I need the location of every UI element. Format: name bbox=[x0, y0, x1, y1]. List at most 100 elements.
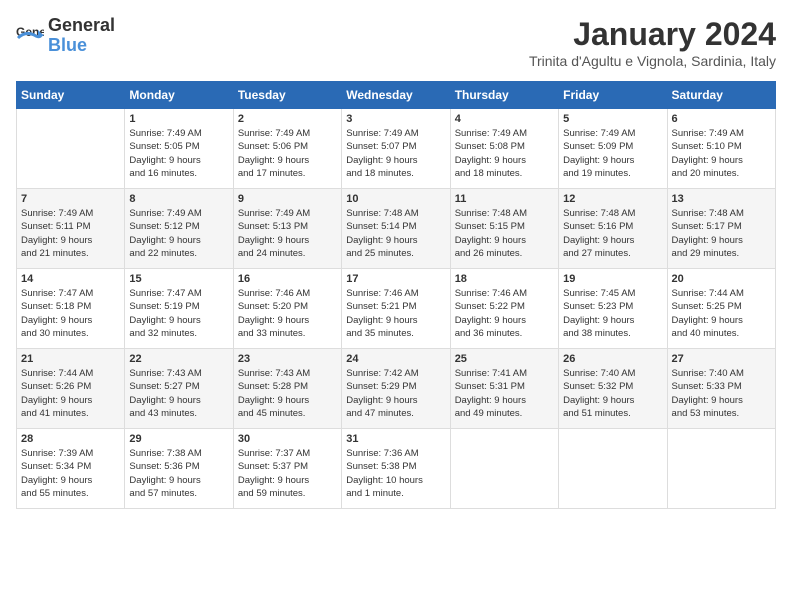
day-number: 6 bbox=[672, 113, 771, 125]
day-info: Sunrise: 7:45 AMSunset: 5:23 PMDaylight:… bbox=[563, 287, 662, 340]
day-info: Sunrise: 7:49 AMSunset: 5:06 PMDaylight:… bbox=[238, 127, 337, 180]
weekday-header-row: SundayMondayTuesdayWednesdayThursdayFrid… bbox=[17, 82, 776, 109]
weekday-header: Sunday bbox=[17, 82, 125, 109]
day-info: Sunrise: 7:49 AMSunset: 5:05 PMDaylight:… bbox=[129, 127, 228, 180]
calendar-cell: 22Sunrise: 7:43 AMSunset: 5:27 PMDayligh… bbox=[125, 349, 233, 429]
weekday-header: Wednesday bbox=[342, 82, 450, 109]
day-info: Sunrise: 7:44 AMSunset: 5:26 PMDaylight:… bbox=[21, 367, 120, 420]
calendar-cell: 17 Sunrise: 7:46 AMSunset: 5:21 PMDayligh… bbox=[342, 269, 450, 349]
weekday-header: Tuesday bbox=[233, 82, 341, 109]
day-info: Sunrise: 7:47 AMSunset: 5:18 PMDaylight:… bbox=[21, 287, 120, 340]
day-info: Sunrise: 7:49 AMSunset: 5:11 PMDaylight:… bbox=[21, 207, 120, 260]
calendar-cell bbox=[17, 109, 125, 189]
day-number: 4 bbox=[455, 113, 554, 125]
day-info: Sunrise: 7:42 AMSunset: 5:29 PMDaylight:… bbox=[346, 367, 445, 420]
day-number: 14 bbox=[21, 273, 120, 285]
day-info: Sunrise: 7:46 AMSunset: 5:21 PMDaylight:… bbox=[346, 287, 445, 340]
logo-blue-text: Blue bbox=[48, 35, 87, 55]
day-number: 3 bbox=[346, 113, 445, 125]
calendar-week-row: 28 Sunrise: 7:39 AMSunset: 5:34 PMDayligh… bbox=[17, 429, 776, 509]
month-title: January 2024 bbox=[529, 16, 776, 53]
calendar-week-row: 14 Sunrise: 7:47 AMSunset: 5:18 PMDayligh… bbox=[17, 269, 776, 349]
header: General General Blue January 2024 Trinit… bbox=[16, 16, 776, 69]
day-number: 9 bbox=[238, 193, 337, 205]
day-number: 26 bbox=[563, 353, 662, 365]
day-number: 31 bbox=[346, 433, 445, 445]
day-number: 28 bbox=[21, 433, 120, 445]
calendar-cell: 15 Sunrise: 7:47 AMSunset: 5:19 PMDayligh… bbox=[125, 269, 233, 349]
calendar-cell: 11 Sunrise: 7:48 AMSunset: 5:15 PMDayligh… bbox=[450, 189, 558, 269]
calendar-cell: 20 Sunrise: 7:44 AMSunset: 5:25 PMDayligh… bbox=[667, 269, 775, 349]
day-number: 30 bbox=[238, 433, 337, 445]
calendar-cell: 19 Sunrise: 7:45 AMSunset: 5:23 PMDayligh… bbox=[559, 269, 667, 349]
day-number: 11 bbox=[455, 193, 554, 205]
day-number: 19 bbox=[563, 273, 662, 285]
day-info: Sunrise: 7:48 AMSunset: 5:15 PMDaylight:… bbox=[455, 207, 554, 260]
calendar-week-row: 7Sunrise: 7:49 AMSunset: 5:11 PMDaylight… bbox=[17, 189, 776, 269]
calendar-cell bbox=[667, 429, 775, 509]
day-info: Sunrise: 7:40 AMSunset: 5:33 PMDaylight:… bbox=[672, 367, 771, 420]
weekday-header: Saturday bbox=[667, 82, 775, 109]
title-area: January 2024 Trinita d'Agultu e Vignola,… bbox=[529, 16, 776, 69]
day-number: 27 bbox=[672, 353, 771, 365]
day-info: Sunrise: 7:48 AMSunset: 5:16 PMDaylight:… bbox=[563, 207, 662, 260]
calendar-cell: 4Sunrise: 7:49 AMSunset: 5:08 PMDaylight… bbox=[450, 109, 558, 189]
calendar-cell: 28 Sunrise: 7:39 AMSunset: 5:34 PMDayligh… bbox=[17, 429, 125, 509]
day-info: Sunrise: 7:48 AMSunset: 5:17 PMDaylight:… bbox=[672, 207, 771, 260]
weekday-header: Friday bbox=[559, 82, 667, 109]
calendar-cell: 31Sunrise: 7:36 AMSunset: 5:38 PMDayligh… bbox=[342, 429, 450, 509]
calendar-cell: 29Sunrise: 7:38 AMSunset: 5:36 PMDayligh… bbox=[125, 429, 233, 509]
location-title: Trinita d'Agultu e Vignola, Sardinia, It… bbox=[529, 53, 776, 69]
weekday-header: Monday bbox=[125, 82, 233, 109]
calendar-cell: 3 Sunrise: 7:49 AMSunset: 5:07 PMDaylight… bbox=[342, 109, 450, 189]
calendar-cell: 23Sunrise: 7:43 AMSunset: 5:28 PMDayligh… bbox=[233, 349, 341, 429]
day-info: Sunrise: 7:37 AMSunset: 5:37 PMDaylight:… bbox=[238, 447, 337, 500]
day-info: Sunrise: 7:49 AMSunset: 5:09 PMDaylight:… bbox=[563, 127, 662, 180]
day-info: Sunrise: 7:46 AMSunset: 5:22 PMDaylight:… bbox=[455, 287, 554, 340]
day-info: Sunrise: 7:49 AMSunset: 5:12 PMDaylight:… bbox=[129, 207, 228, 260]
day-number: 25 bbox=[455, 353, 554, 365]
calendar-cell: 18 Sunrise: 7:46 AMSunset: 5:22 PMDayligh… bbox=[450, 269, 558, 349]
calendar-cell bbox=[559, 429, 667, 509]
calendar-cell: 26 Sunrise: 7:40 AMSunset: 5:32 PMDayligh… bbox=[559, 349, 667, 429]
day-info: Sunrise: 7:47 AMSunset: 5:19 PMDaylight:… bbox=[129, 287, 228, 340]
calendar-cell: 13 Sunrise: 7:48 AMSunset: 5:17 PMDayligh… bbox=[667, 189, 775, 269]
calendar-cell: 25 Sunrise: 7:41 AMSunset: 5:31 PMDayligh… bbox=[450, 349, 558, 429]
day-info: Sunrise: 7:38 AMSunset: 5:36 PMDaylight:… bbox=[129, 447, 228, 500]
day-number: 20 bbox=[672, 273, 771, 285]
day-info: Sunrise: 7:40 AMSunset: 5:32 PMDaylight:… bbox=[563, 367, 662, 420]
calendar-cell: 5 Sunrise: 7:49 AMSunset: 5:09 PMDaylight… bbox=[559, 109, 667, 189]
day-info: Sunrise: 7:44 AMSunset: 5:25 PMDaylight:… bbox=[672, 287, 771, 340]
logo-general-text: General bbox=[48, 16, 115, 34]
day-number: 16 bbox=[238, 273, 337, 285]
calendar-cell bbox=[450, 429, 558, 509]
day-number: 13 bbox=[672, 193, 771, 205]
day-number: 22 bbox=[129, 353, 228, 365]
day-number: 2 bbox=[238, 113, 337, 125]
day-number: 8 bbox=[129, 193, 228, 205]
calendar-cell: 10Sunrise: 7:48 AMSunset: 5:14 PMDayligh… bbox=[342, 189, 450, 269]
day-number: 17 bbox=[346, 273, 445, 285]
calendar-cell: 21 Sunrise: 7:44 AMSunset: 5:26 PMDayligh… bbox=[17, 349, 125, 429]
calendar-cell: 30 Sunrise: 7:37 AMSunset: 5:37 PMDayligh… bbox=[233, 429, 341, 509]
day-number: 21 bbox=[21, 353, 120, 365]
day-number: 18 bbox=[455, 273, 554, 285]
day-number: 15 bbox=[129, 273, 228, 285]
day-info: Sunrise: 7:46 AMSunset: 5:20 PMDaylight:… bbox=[238, 287, 337, 340]
calendar-table: SundayMondayTuesdayWednesdayThursdayFrid… bbox=[16, 81, 776, 509]
day-info: Sunrise: 7:49 AMSunset: 5:07 PMDaylight:… bbox=[346, 127, 445, 180]
day-number: 5 bbox=[563, 113, 662, 125]
calendar-cell: 24Sunrise: 7:42 AMSunset: 5:29 PMDayligh… bbox=[342, 349, 450, 429]
day-info: Sunrise: 7:41 AMSunset: 5:31 PMDaylight:… bbox=[455, 367, 554, 420]
day-info: Sunrise: 7:49 AMSunset: 5:10 PMDaylight:… bbox=[672, 127, 771, 180]
day-number: 1 bbox=[129, 113, 228, 125]
calendar-week-row: 21 Sunrise: 7:44 AMSunset: 5:26 PMDayligh… bbox=[17, 349, 776, 429]
calendar-cell: 2 Sunrise: 7:49 AMSunset: 5:06 PMDaylight… bbox=[233, 109, 341, 189]
calendar-cell: 7Sunrise: 7:49 AMSunset: 5:11 PMDaylight… bbox=[17, 189, 125, 269]
logo-icon: General bbox=[16, 22, 44, 50]
calendar-cell: 12Sunrise: 7:48 AMSunset: 5:16 PMDayligh… bbox=[559, 189, 667, 269]
day-info: Sunrise: 7:39 AMSunset: 5:34 PMDaylight:… bbox=[21, 447, 120, 500]
weekday-header: Thursday bbox=[450, 82, 558, 109]
calendar-cell: 8 Sunrise: 7:49 AMSunset: 5:12 PMDaylight… bbox=[125, 189, 233, 269]
calendar-cell: 27 Sunrise: 7:40 AMSunset: 5:33 PMDayligh… bbox=[667, 349, 775, 429]
